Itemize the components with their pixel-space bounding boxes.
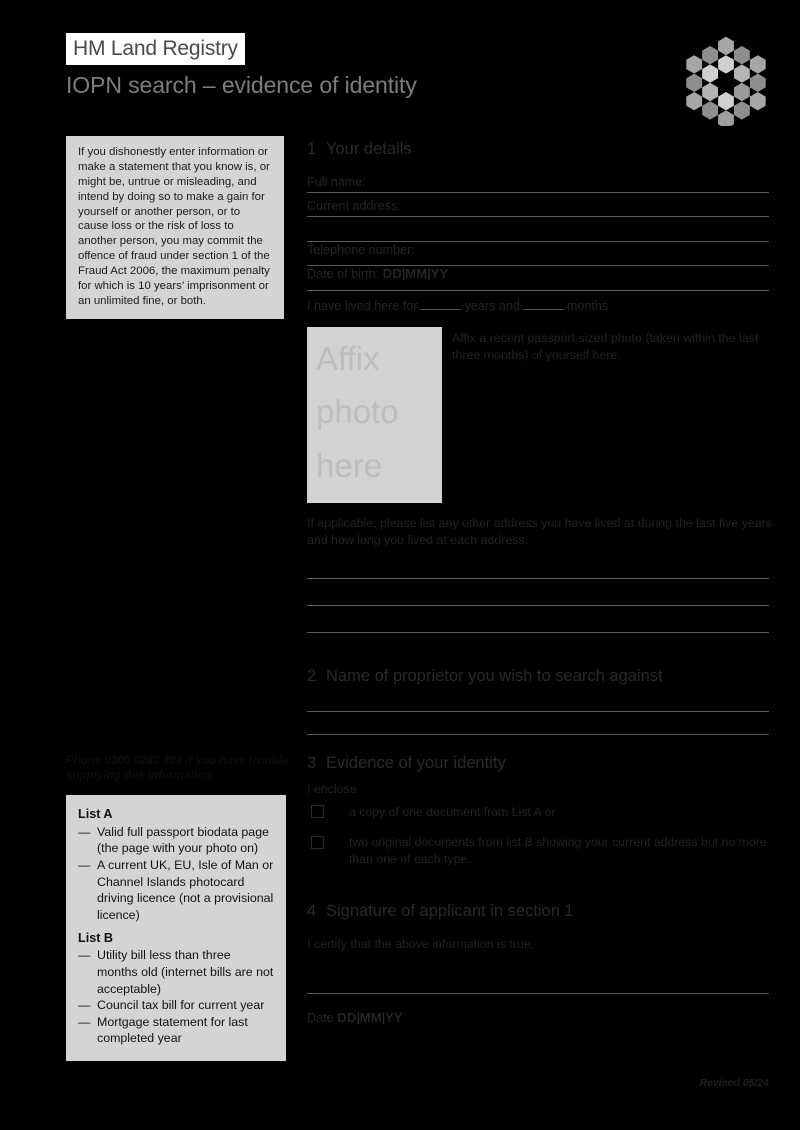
full-name-label: Full name:	[307, 175, 366, 189]
dash-bullet-icon: —	[78, 948, 90, 963]
photo-instruction-text: Affix a recent passport sized photo (tak…	[452, 331, 759, 363]
section-3-title-text: Evidence of your identity	[326, 754, 506, 772]
checkbox-list-b-label: two original documents from list B showi…	[349, 835, 767, 866]
photo-box-line-1: Affix	[316, 340, 380, 377]
dash-bullet-icon: —	[78, 998, 90, 1013]
date-of-birth-rule	[307, 290, 769, 291]
other-address-rule-1[interactable]	[307, 578, 769, 579]
dash-bullet-icon: —	[78, 824, 90, 839]
lived-here-middle: years and	[464, 299, 520, 313]
checkbox-list-a-option[interactable]	[311, 805, 324, 818]
section-2-title: 2 Name of proprietor you wish to search a…	[307, 667, 663, 686]
hexagon-honeycomb-logo	[678, 30, 774, 129]
section-3-title: 3 Evidence of your identity	[307, 754, 506, 773]
section-4-title: 4 Signature of applicant in section 1	[307, 902, 574, 921]
years-lived-here-field: I have lived here for years and months	[307, 298, 608, 313]
signature-date-yy[interactable]: YY	[385, 1010, 403, 1025]
list-b-item-2: Mortgage statement for last completed ye…	[97, 1014, 248, 1046]
list-b-item-1: Council tax bill for current year	[97, 998, 265, 1013]
hm-land-registry-brand: HM Land Registry	[66, 33, 245, 65]
signature-rule[interactable]	[307, 993, 769, 994]
photo-box-line-3: here	[316, 447, 383, 484]
page-title: IOPN search – evidence of identity	[66, 72, 417, 98]
current-address-input-rule-1[interactable]	[307, 216, 769, 217]
checkbox-list-a-label: a copy of one document from List A or	[349, 805, 556, 819]
dob-yy[interactable]: YY	[430, 266, 448, 281]
section-4-title-text: Signature of applicant in section 1	[326, 902, 574, 920]
list-b-item-0: Utility bill less than three months old …	[97, 948, 274, 996]
section-2-number: 2	[307, 667, 317, 685]
fraud-warning-panel: If you dishonestly enter information or …	[66, 136, 284, 319]
date-of-birth-label: Date of birth:	[307, 267, 380, 281]
dash-bullet-icon: —	[78, 858, 90, 873]
proprietor-name-rule-2[interactable]	[307, 734, 769, 735]
section-3-number: 3	[307, 754, 317, 772]
telephone-label: Telephone number:	[307, 243, 415, 257]
checkbox-list-b-option[interactable]	[311, 836, 324, 849]
section-1-title: 1 Your details	[307, 140, 412, 159]
list-item: — Mortgage statement for last completed …	[78, 1014, 274, 1047]
section-4-number: 4	[307, 902, 317, 920]
list-item: — Council tax bill for current year	[78, 997, 274, 1014]
other-address-rule-2[interactable]	[307, 605, 769, 606]
years-input[interactable]	[421, 298, 462, 310]
full-name-input-rule[interactable]	[307, 192, 769, 193]
current-address-input-rule-2[interactable]	[307, 241, 769, 242]
list-a-heading: List A	[78, 807, 113, 821]
list-b-heading: List B	[78, 930, 113, 945]
list-item: — Valid full passport biodata page (the …	[78, 824, 274, 857]
other-address-instruction: If applicable, please list any other add…	[307, 516, 772, 548]
proprietor-name-rule-1[interactable]	[307, 711, 769, 712]
list-item: — A current UK, EU, Isle of Man or Chann…	[78, 857, 274, 923]
section-1-number: 1	[307, 140, 317, 158]
list-item: — Utility bill less than three months ol…	[78, 947, 274, 997]
list-a-item-0: Valid full passport biodata page (the pa…	[97, 824, 269, 856]
enclose-intro-text: I enclose	[307, 782, 357, 796]
signature-date-dd[interactable]: DD	[337, 1010, 356, 1025]
lived-here-prefix: I have lived here for	[307, 299, 418, 313]
other-address-rule-3[interactable]	[307, 632, 769, 633]
dob-mm[interactable]: MM	[405, 266, 427, 281]
photo-box-line-2: photo	[316, 393, 399, 430]
signature-date-field: Date DD|MM|YY	[307, 1010, 403, 1025]
affix-photo-box[interactable]: Affix photo here	[307, 327, 442, 503]
current-address-label: Current address:	[307, 199, 401, 213]
list-a-item-1: A current UK, EU, Isle of Man or Channel…	[97, 858, 274, 922]
signature-date-label: Date	[307, 1011, 334, 1025]
section-1-title-text: Your details	[326, 140, 412, 158]
section-2-title-text: Name of proprietor you wish to search ag…	[326, 667, 663, 685]
dash-bullet-icon: —	[78, 1014, 90, 1029]
dob-dd[interactable]: DD	[383, 266, 402, 281]
certify-text: I certify that the above information is …	[307, 937, 535, 951]
revision-footer: Revised 05/24	[699, 1077, 769, 1089]
phone-help-note: Phone 0300 0283 404 if you have trouble …	[66, 754, 289, 783]
lived-here-suffix: months	[566, 299, 609, 313]
signature-date-mm[interactable]: MM	[360, 1010, 382, 1025]
accepted-documents-panel: List A — Valid full passport biodata pag…	[66, 795, 286, 1062]
date-of-birth-field: Date of birth: DD|MM|YY	[307, 266, 448, 281]
months-input[interactable]	[523, 298, 564, 310]
